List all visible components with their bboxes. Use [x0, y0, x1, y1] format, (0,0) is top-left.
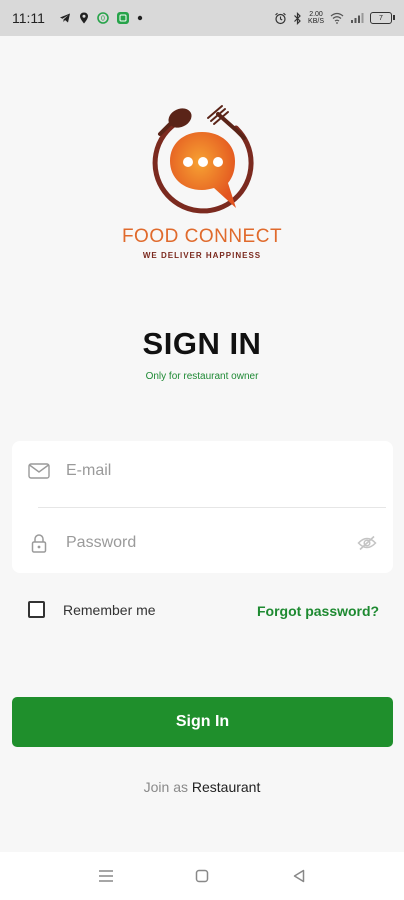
email-field[interactable]: [12, 441, 393, 501]
svg-text:0: 0: [101, 16, 105, 23]
login-form-card: [12, 441, 393, 573]
navigation-bar: [0, 852, 404, 900]
page-subtitle: Only for restaurant owner: [145, 371, 259, 382]
network-speed: 2.00 KB/S: [308, 11, 324, 25]
remember-me-toggle[interactable]: Remember me: [28, 601, 156, 618]
green-app-icon: [116, 12, 129, 24]
mail-icon: [28, 460, 50, 482]
wifi-icon: [330, 12, 344, 24]
telegram-icon: [59, 12, 71, 24]
bluetooth-icon: [293, 11, 302, 25]
alarm-icon: [274, 12, 287, 25]
square-icon[interactable]: [190, 864, 214, 888]
brand-name: FOOD CONNECT: [121, 226, 283, 247]
join-restaurant-link[interactable]: Restaurant: [192, 779, 260, 795]
email-input[interactable]: [66, 456, 346, 486]
field-divider: [38, 507, 386, 508]
remember-me-checkbox[interactable]: [28, 601, 45, 618]
status-left: 11:11 0: [12, 10, 143, 26]
status-right: 2.00 KB/S 7: [274, 11, 395, 25]
forgot-password-link[interactable]: Forgot password?: [257, 603, 379, 619]
status-time: 11:11: [12, 10, 45, 26]
signal-icon: [350, 12, 364, 24]
sign-in-button[interactable]: Sign In: [12, 697, 393, 747]
brand-tagline: WE DELIVER HAPPINESS: [142, 251, 262, 260]
app-notification-icon: 0: [97, 12, 109, 24]
brand-logo: [140, 104, 264, 216]
page-title: SIGN IN: [142, 326, 262, 361]
battery-indicator: 7: [370, 12, 395, 24]
brand-logo-graphic: [152, 105, 254, 214]
network-speed-unit: KB/S: [308, 18, 324, 25]
dot-icon: [137, 15, 143, 21]
lock-icon: [28, 532, 50, 554]
location-icon: [79, 12, 89, 24]
join-prefix: Join as: [143, 779, 188, 795]
battery-level: 7: [379, 14, 383, 22]
password-field[interactable]: [12, 513, 393, 573]
network-speed-value: 2.00: [309, 11, 323, 18]
eye-off-icon[interactable]: [356, 532, 378, 554]
remember-me-label: Remember me: [63, 601, 156, 618]
password-input[interactable]: [66, 528, 346, 558]
status-bar: 11:11 0 2.00 KB/S 7: [0, 0, 404, 36]
menu-icon[interactable]: [94, 864, 118, 888]
join-line: Join as Restaurant: [0, 779, 404, 795]
back-triangle-icon[interactable]: [287, 864, 311, 888]
